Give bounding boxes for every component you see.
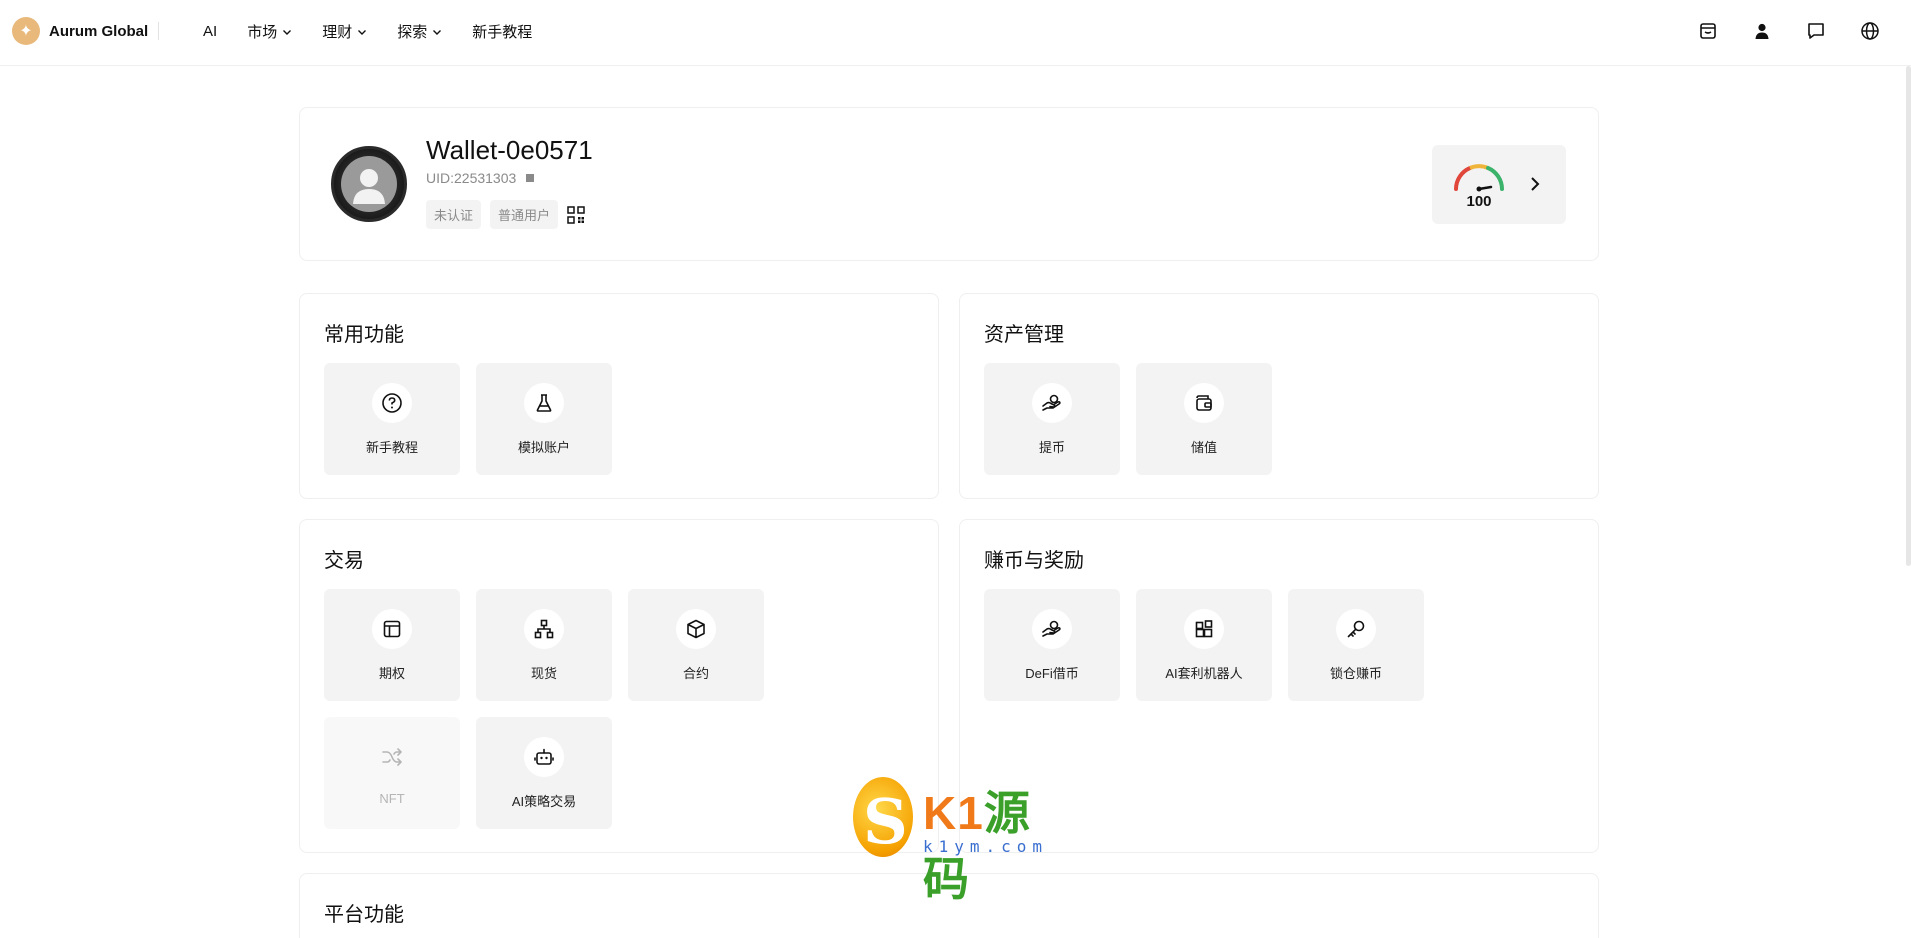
nav-item-label: 探索	[397, 24, 428, 41]
tile-grid: 期权 现货 合约 NFT AI策略交易	[324, 589, 924, 845]
profile-card: Wallet-0e0571 UID:22531303 未认证 普通用户 100	[299, 107, 1599, 261]
tile-label: 模拟账户	[517, 440, 570, 455]
avatar[interactable]	[331, 146, 407, 222]
asset-management-card: 资产管理 提币 储值	[959, 293, 1599, 499]
tile-grid: 提币 储值	[984, 363, 1584, 491]
nav-item-ai[interactable]: AI	[203, 23, 217, 40]
section-title: 赚币与奖励	[984, 550, 1084, 572]
help-circle-icon	[372, 383, 412, 423]
tile-label: NFT	[379, 791, 405, 806]
credit-score-button[interactable]: 100	[1432, 145, 1566, 224]
hand-coin-icon	[1032, 383, 1072, 423]
user-level-badge: 普通用户	[490, 200, 559, 229]
tile-demo-account[interactable]: 模拟账户	[476, 363, 612, 475]
layout-icon	[372, 609, 412, 649]
top-navbar: ✦ Aurum Global AI 市场 理财 探索 新手教程	[0, 0, 1911, 66]
section-title: 资产管理	[984, 324, 1064, 346]
nav-item-label: 新手教程	[472, 24, 533, 41]
apps-icon	[1184, 609, 1224, 649]
section-title: 常用功能	[324, 324, 404, 346]
site-watermark-logo: S K1源码 k1ym.com	[853, 777, 1063, 905]
tile-label: 储值	[1190, 440, 1217, 455]
wallet-name: Wallet-0e0571	[426, 135, 593, 165]
tile-withdraw[interactable]: 提币	[984, 363, 1120, 475]
uid-text: UID:22531303	[426, 170, 517, 186]
nav-item-finance[interactable]: 理财	[322, 21, 367, 42]
chevron-down-icon	[358, 29, 367, 35]
cube-icon	[676, 609, 716, 649]
flask-icon	[524, 383, 564, 423]
nav-item-label: 市场	[247, 24, 278, 41]
tile-label: 锁仓赚币	[1329, 666, 1382, 681]
inbox-icon[interactable]	[1695, 18, 1721, 44]
tile-label: 提币	[1038, 440, 1065, 455]
tile-label: 合约	[682, 666, 709, 681]
tile-defi-borrow[interactable]: DeFi借币	[984, 589, 1120, 701]
message-icon[interactable]	[1803, 18, 1829, 44]
section-title: 交易	[324, 550, 364, 572]
tile-label: 现货	[530, 666, 557, 681]
nav-item-label: 理财	[322, 24, 353, 41]
copy-icon[interactable]	[526, 174, 535, 182]
tile-grid: DeFi借币 AI套利机器人 锁仓赚币	[984, 589, 1584, 717]
tile-label: 新手教程	[365, 440, 418, 455]
tile-nft: NFT	[324, 717, 460, 829]
page-scrollbar[interactable]	[1906, 66, 1911, 566]
globe-icon[interactable]	[1857, 18, 1883, 44]
brand[interactable]: ✦ Aurum Global	[12, 17, 148, 45]
tile-ai-arbitrage[interactable]: AI套利机器人	[1136, 589, 1272, 701]
uid-line: UID:22531303	[426, 170, 535, 186]
qr-code-icon[interactable]	[567, 205, 585, 224]
nav-item-label: AI	[203, 23, 218, 40]
nav-item-explore[interactable]: 探索	[397, 21, 442, 42]
tile-deposit[interactable]: 储值	[1136, 363, 1272, 475]
network-icon	[524, 609, 564, 649]
chevron-down-icon	[433, 29, 442, 35]
tile-options[interactable]: 期权	[324, 589, 460, 701]
tile-contract[interactable]: 合约	[628, 589, 764, 701]
tile-lockup-earn[interactable]: 锁仓赚币	[1288, 589, 1424, 701]
watermark-s-glyph: S	[863, 785, 908, 858]
user-icon[interactable]	[1749, 18, 1775, 44]
tile-label: AI策略交易	[511, 794, 577, 809]
hand-coin-icon	[1032, 609, 1072, 649]
shuffle-icon	[372, 737, 412, 777]
brand-logo-icon: ✦	[12, 17, 40, 45]
nav-item-market[interactable]: 市场	[247, 21, 292, 42]
tile-ai-strategy[interactable]: AI策略交易	[476, 717, 612, 829]
trade-card: 交易 期权 现货 合约 NFT AI策略交易	[299, 519, 939, 853]
top-icons	[1667, 18, 1883, 44]
tile-grid: 新手教程 模拟账户	[324, 363, 924, 491]
tile-label: DeFi借币	[1025, 666, 1079, 681]
tile-tutorial[interactable]: 新手教程	[324, 363, 460, 475]
nav-item-tutorial[interactable]: 新手教程	[472, 21, 532, 42]
key-icon	[1336, 609, 1376, 649]
wallet-icon	[1184, 383, 1224, 423]
brand-name: Aurum Global	[49, 22, 149, 40]
brand-divider	[158, 22, 159, 40]
tile-label: AI套利机器人	[1165, 666, 1243, 681]
gauge-icon	[1454, 164, 1504, 192]
verification-badge[interactable]: 未认证	[426, 200, 482, 229]
robot-icon	[524, 737, 564, 777]
main-nav: AI 市场 理财 探索 新手教程	[203, 21, 562, 42]
chevron-down-icon	[283, 29, 292, 35]
section-title: 平台功能	[324, 904, 404, 926]
user-tags: 未认证 普通用户	[426, 200, 585, 229]
avatar-person-icon	[341, 156, 397, 212]
watermark-sub-text: k1ym.com	[923, 837, 1049, 856]
common-functions-card: 常用功能 新手教程 模拟账户	[299, 293, 939, 499]
credit-score-value: 100	[1466, 193, 1492, 210]
tile-spot[interactable]: 现货	[476, 589, 612, 701]
tile-label: 期权	[378, 666, 405, 681]
chevron-right-icon	[1531, 177, 1540, 191]
